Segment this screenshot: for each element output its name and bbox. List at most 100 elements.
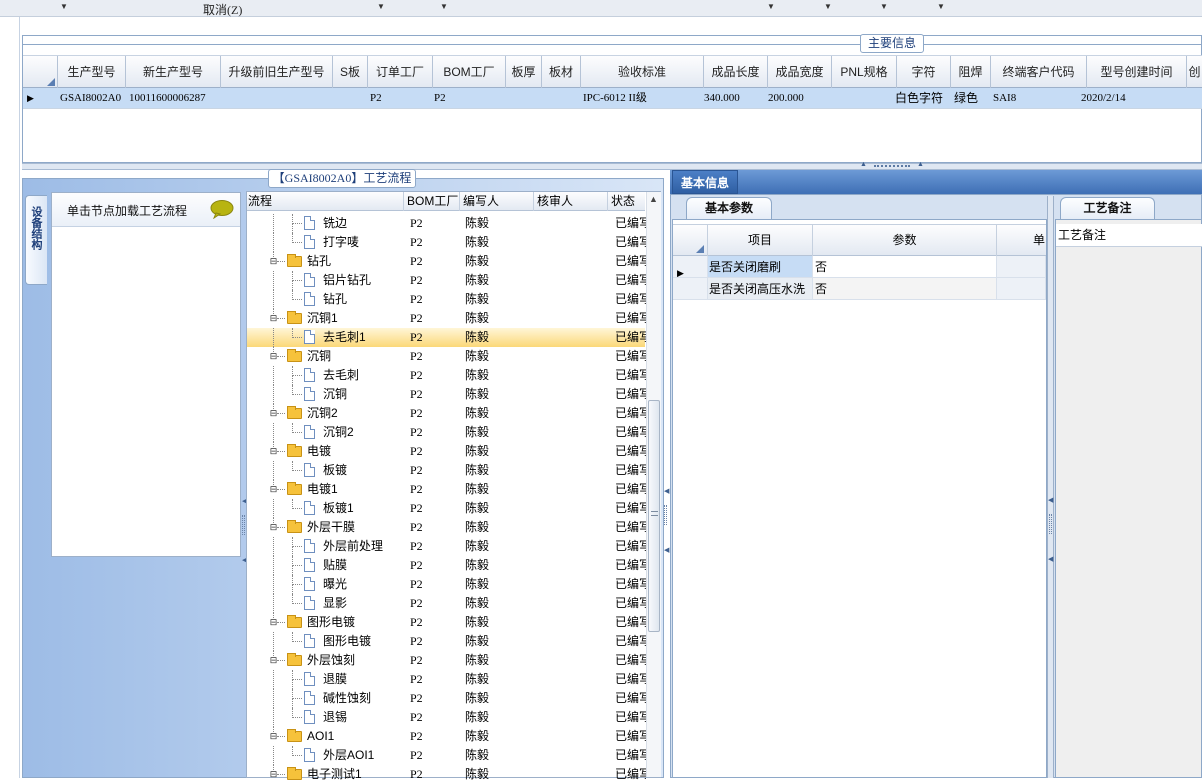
col-header[interactable]: 核审人	[534, 192, 608, 211]
horizontal-splitter[interactable]: ▲ ▲	[22, 161, 1202, 170]
cell-process-name[interactable]: 板镀	[323, 461, 404, 480]
cell-reviewer[interactable]	[539, 271, 607, 290]
cell-bom-factory[interactable]: P2	[410, 328, 460, 347]
cell-reviewer[interactable]	[539, 765, 607, 784]
tree-row[interactable]: 去毛刺 P2 陈毅 已编写	[247, 366, 646, 385]
col-header[interactable]: S板	[333, 56, 368, 89]
col-header[interactable]: 板厚	[506, 56, 542, 89]
cell-writer[interactable]: 陈毅	[465, 328, 535, 347]
tree-row[interactable]: 打字唛 P2 陈毅 已编写	[247, 233, 646, 252]
cell-reviewer[interactable]	[539, 328, 607, 347]
col-header[interactable]: 字符	[897, 56, 951, 89]
cell-reviewer[interactable]	[539, 461, 607, 480]
tree-row[interactable]: ⊟ 电镀1 P2 陈毅 已编写	[247, 480, 646, 499]
cell-status[interactable]: 已编写	[615, 727, 646, 746]
cell-status[interactable]: 已编写	[615, 670, 646, 689]
cell-process-name[interactable]: 退膜	[323, 670, 404, 689]
cell-writer[interactable]: 陈毅	[465, 385, 535, 404]
cell-bom-factory[interactable]: P2	[410, 423, 460, 442]
tree-row[interactable]: ⊟ 钻孔 P2 陈毅 已编写	[247, 252, 646, 271]
cell-writer[interactable]: 陈毅	[465, 613, 535, 632]
tree-row[interactable]: 曝光 P2 陈毅 已编写	[247, 575, 646, 594]
tree-row[interactable]: 退锡 P2 陈毅 已编写	[247, 708, 646, 727]
col-header[interactable]: 生产型号	[58, 56, 126, 89]
cell-value[interactable]: 否	[813, 256, 997, 278]
col-header[interactable]: 升级前旧生产型号	[221, 56, 333, 89]
cell-status[interactable]: 已编写	[615, 518, 646, 537]
cell-reviewer[interactable]	[539, 404, 607, 423]
cell-solder-mask[interactable]: 绿色	[954, 88, 978, 109]
cell-process-name[interactable]: 去毛刺1	[323, 328, 404, 347]
cell-status[interactable]: 已编写	[615, 480, 646, 499]
cell-status[interactable]: 已编写	[615, 366, 646, 385]
tab-basic-info[interactable]: 基本信息	[672, 170, 738, 194]
cell-reviewer[interactable]	[539, 746, 607, 765]
cell-reviewer[interactable]	[539, 670, 607, 689]
dropdown-arrow-icon[interactable]: ▼	[377, 2, 385, 11]
cell-reviewer[interactable]	[539, 442, 607, 461]
cell-process-name[interactable]: 板镀1	[323, 499, 404, 518]
cell-reviewer[interactable]	[539, 480, 607, 499]
cell-bom-factory[interactable]: P2	[410, 708, 460, 727]
cell-process-name[interactable]: 外层干膜	[307, 518, 404, 537]
cell-writer[interactable]: 陈毅	[465, 461, 535, 480]
dropdown-arrow-icon[interactable]: ▼	[767, 2, 775, 11]
cell-reviewer[interactable]	[539, 727, 607, 746]
cell-unit[interactable]	[997, 256, 1046, 278]
cell-process-name[interactable]: 沉铜1	[307, 309, 404, 328]
col-header[interactable]: 终端客户代码	[991, 56, 1087, 89]
tree-row[interactable]: ⊟ 电子测试1 P2 陈毅 已编写	[247, 765, 646, 784]
cell-status[interactable]: 已编写	[615, 765, 646, 784]
cell-status[interactable]: 已编写	[615, 651, 646, 670]
tab-basic-params[interactable]: 基本参数	[686, 197, 772, 219]
table-row[interactable]: ▶ 是否关闭磨刷 否	[673, 256, 1046, 278]
col-header[interactable]: 流程	[247, 192, 404, 211]
cell-process-name[interactable]: 铝片钻孔	[323, 271, 404, 290]
cell-status[interactable]: 已编写	[615, 537, 646, 556]
cell-writer[interactable]: 陈毅	[465, 347, 535, 366]
cell-bom-factory[interactable]: P2	[410, 746, 460, 765]
cell-bom-factory[interactable]: P2	[410, 575, 460, 594]
table-row[interactable]: ▶ GSAI8002A0 10011600006287 P2 P2 IPC-60…	[23, 88, 1202, 109]
cell-reviewer[interactable]	[539, 613, 607, 632]
cell-status[interactable]: 已编写	[615, 594, 646, 613]
cell-bom-factory[interactable]: P2	[410, 670, 460, 689]
cell-process-name[interactable]: 外层前处理	[323, 537, 404, 556]
row-selector[interactable]: ▶	[673, 256, 708, 278]
cell-process-name[interactable]: 打字唛	[323, 233, 404, 252]
cell-bom-factory[interactable]: P2	[410, 271, 460, 290]
cell-item[interactable]: 是否关闭高压水洗	[708, 278, 813, 300]
cell-reviewer[interactable]	[539, 575, 607, 594]
table-row[interactable]: 是否关闭高压水洗 否	[673, 278, 1046, 300]
col-header[interactable]: 型号创建时间	[1087, 56, 1187, 89]
cell-process-name[interactable]: 铣边	[323, 214, 404, 233]
cell-process-name[interactable]: 钻孔	[307, 252, 404, 271]
cell-bom-factory[interactable]: P2	[410, 480, 460, 499]
col-header[interactable]: 新生产型号	[126, 56, 221, 89]
cell-reviewer[interactable]	[539, 651, 607, 670]
cell-writer[interactable]: 陈毅	[465, 366, 535, 385]
vertical-scrollbar[interactable]: ▲	[646, 192, 661, 777]
cell-order-factory[interactable]: P2	[370, 88, 382, 109]
cell-status[interactable]: 已编写	[615, 309, 646, 328]
cell-char[interactable]: 白色字符	[895, 88, 943, 109]
cell-reviewer[interactable]	[539, 537, 607, 556]
cell-process-name[interactable]: 电子测试1	[307, 765, 404, 784]
col-header[interactable]: 成品宽度	[768, 56, 832, 89]
dropdown-arrow-icon[interactable]: ▼	[60, 2, 68, 11]
cell-bom-factory[interactable]: P2	[410, 214, 460, 233]
tree-row[interactable]: 显影 P2 陈毅 已编写	[247, 594, 646, 613]
tree-row[interactable]: ⊟ 沉铜 P2 陈毅 已编写	[247, 347, 646, 366]
cell-process-name[interactable]: 图形电镀	[307, 613, 404, 632]
cell-unit[interactable]	[997, 278, 1046, 300]
cell-writer[interactable]: 陈毅	[465, 765, 535, 784]
cell-process-name[interactable]: 电镀	[307, 442, 404, 461]
cell-status[interactable]: 已编写	[615, 461, 646, 480]
cell-reviewer[interactable]	[539, 594, 607, 613]
collapse-right-icon[interactable]: ◀	[1048, 496, 1053, 504]
remark-box[interactable]: 工艺备注	[1055, 219, 1202, 778]
tree-row[interactable]: 沉铜2 P2 陈毅 已编写	[247, 423, 646, 442]
cell-writer[interactable]: 陈毅	[465, 518, 535, 537]
cell-width[interactable]: 200.000	[768, 88, 804, 109]
col-header[interactable]: 阻焊	[951, 56, 991, 89]
